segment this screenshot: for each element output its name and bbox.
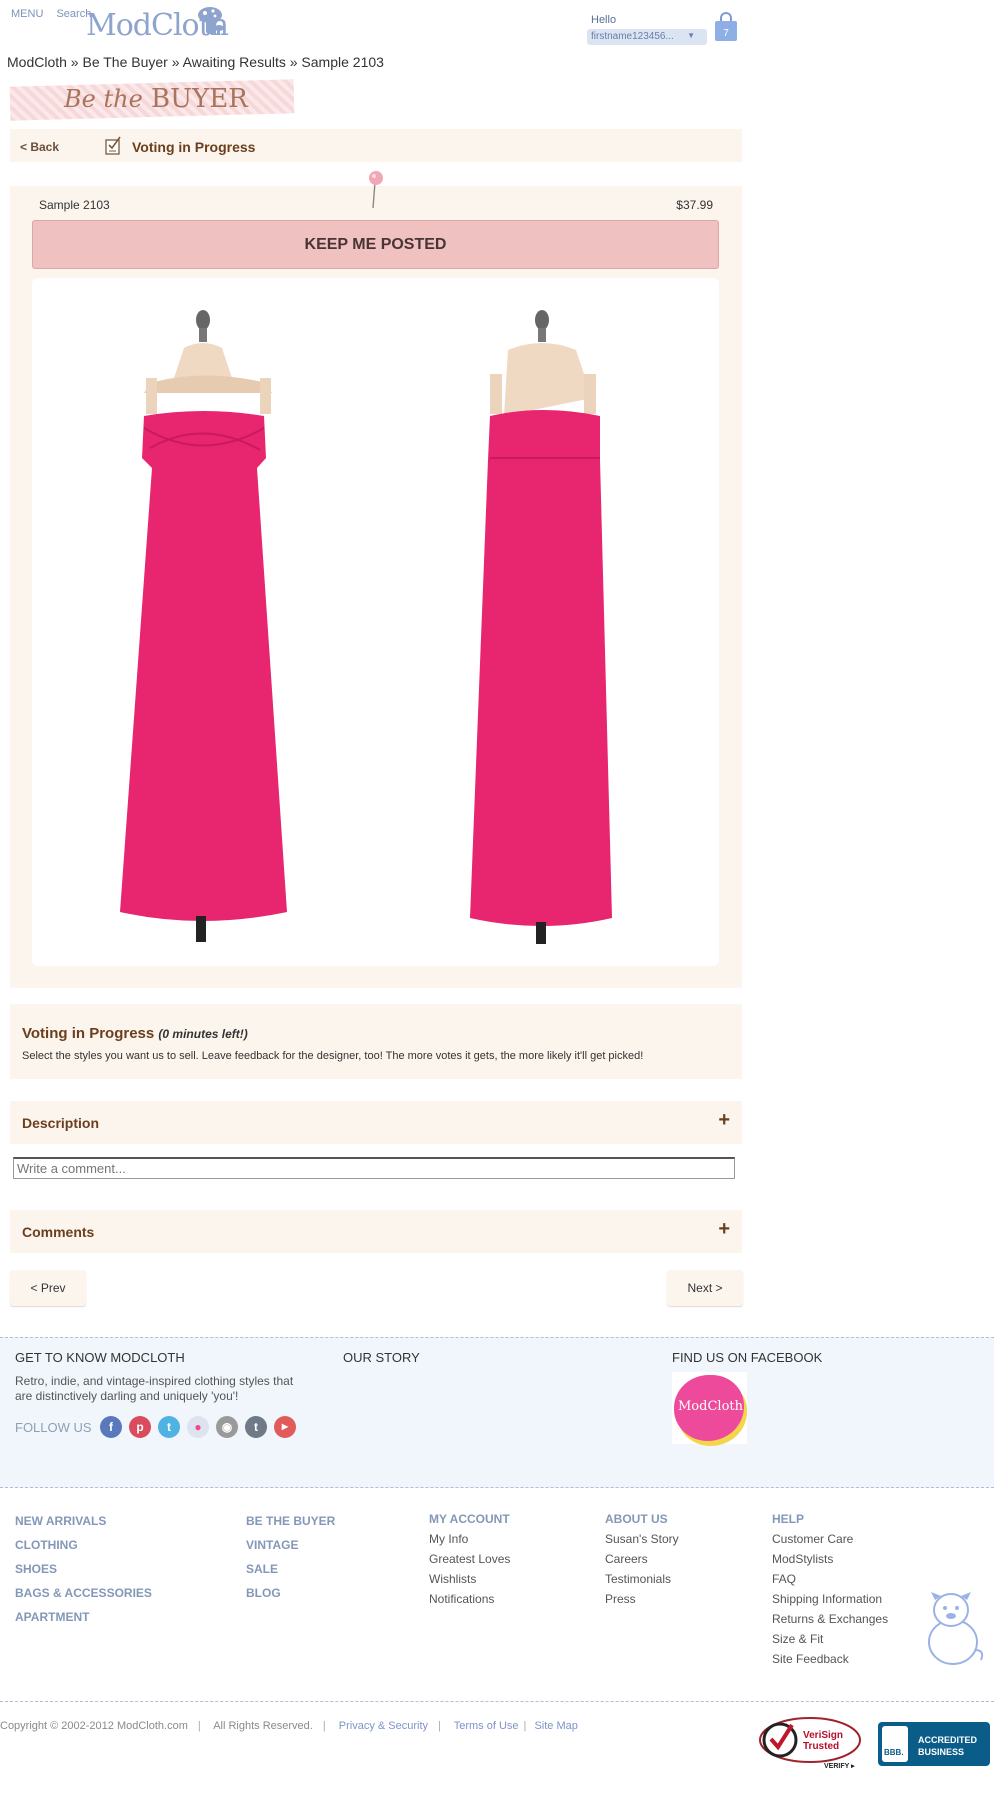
copyright-bar: Copyright © 2002-2012 ModCloth.com | All … [0,1720,578,1732]
username-value: firstname123456... [591,31,674,42]
flickr-icon[interactable]: ● [187,1416,209,1438]
verisign-line2: Trusted [803,1741,839,1752]
description-accordion[interactable]: Description + [10,1101,742,1144]
footer-link-press[interactable]: Press [605,1592,636,1606]
footer-link-careers[interactable]: Careers [605,1552,648,1566]
footer-link-susans-story[interactable]: Susan's Story [605,1532,679,1546]
push-pin-icon [369,171,383,209]
sample-price: $37.99 [676,198,713,212]
breadcrumb[interactable]: ModCloth » Be The Buyer » Awaiting Resul… [7,54,384,70]
comments-accordion[interactable]: Comments + [10,1210,742,1253]
facebook-modcloth-logo[interactable]: ModCloth [672,1372,747,1444]
voting-status-title: Voting in Progress [132,139,256,155]
facebook-logo-text: ModCloth [678,1399,743,1414]
back-link[interactable]: < Back [20,140,59,154]
twitter-icon[interactable]: t [158,1416,180,1438]
voting-info-title: Voting in Progress (0 minutes left!) [22,1025,248,1042]
sample-panel: Sample 2103 $37.99 KEEP ME POSTED [10,186,742,988]
our-story-heading[interactable]: OUR STORY [343,1350,420,1365]
footer-link-blog[interactable]: BLOG [246,1586,281,1600]
dress-back-image[interactable] [470,310,612,944]
footer-link-shoes[interactable]: SHOES [15,1562,57,1576]
user-account-dropdown[interactable]: firstname123456... ▼ [587,29,707,45]
next-button[interactable]: Next > [667,1270,743,1306]
voting-title: Voting in Progress [22,1025,155,1042]
footer-link-sale[interactable]: SALE [246,1562,278,1576]
plus-icon: + [718,1218,730,1240]
footer-link-modstylists[interactable]: ModStylists [772,1552,833,1566]
banner-pre: Be the [64,85,143,113]
youtube-icon[interactable]: ▶ [274,1416,296,1438]
footer-link-shipping[interactable]: Shipping Information [772,1592,882,1606]
footer-link-greatest-loves[interactable]: Greatest Loves [429,1552,510,1566]
footer-link-returns[interactable]: Returns & Exchanges [772,1612,888,1626]
footer-link-clothing[interactable]: CLOTHING [15,1538,78,1552]
dress-images [120,310,612,944]
keep-me-posted-button[interactable]: KEEP ME POSTED [32,220,719,269]
sitemap-link[interactable]: Site Map [534,1720,577,1732]
shopping-bag-icon[interactable]: 7 [714,12,738,42]
facebook-heading: FIND US ON FACEBOOK [672,1350,823,1365]
banner-main: BUYER [151,84,248,114]
terms-link[interactable]: Terms of Use [454,1720,519,1732]
voting-checklist-icon [105,136,121,155]
voting-status-bar: < Back Voting in Progress [10,129,742,162]
mushroom-logo-icon [198,7,224,35]
facebook-icon[interactable]: f [100,1416,122,1438]
footer-link-site-feedback[interactable]: Site Feedback [772,1652,849,1666]
chevron-down-icon: ▼ [687,31,695,40]
about-us-heading[interactable]: ABOUT US [605,1512,668,1526]
footer-link-testimonials[interactable]: Testimonials [605,1572,671,1586]
comment-input[interactable] [13,1157,735,1179]
sample-name: Sample 2103 [39,198,110,212]
footer-link-my-info[interactable]: My Info [429,1532,468,1546]
voting-info-box: Voting in Progress (0 minutes left!) Sel… [10,1004,742,1079]
footer-link-be-the-buyer[interactable]: BE THE BUYER [246,1514,335,1528]
time-left: (0 minutes left!) [158,1027,248,1041]
comments-label: Comments [22,1224,95,1240]
plus-icon: + [718,1109,730,1131]
copyright-text: Copyright © 2002-2012 ModCloth.com [0,1720,188,1732]
prev-button[interactable]: < Prev [10,1270,86,1306]
instagram-icon[interactable]: ◉ [216,1416,238,1438]
dress-front-image[interactable] [120,310,287,942]
help-heading[interactable]: HELP [772,1512,804,1526]
product-image-area [32,278,719,966]
privacy-link[interactable]: Privacy & Security [339,1720,428,1732]
description-label: Description [22,1115,100,1131]
rights-text: All Rights Reserved. [213,1720,313,1732]
footer-link-new-arrivals[interactable]: NEW ARRIVALS [15,1514,106,1528]
bbb-logo: BBB. [882,1726,908,1762]
bag-count: 7 [723,28,729,39]
get-to-know-heading: GET TO KNOW MODCLOTH [15,1350,185,1365]
footer-link-vintage[interactable]: VINTAGE [246,1538,298,1552]
footer-link-faq[interactable]: FAQ [772,1572,796,1586]
footer-link-apartment[interactable]: APARTMENT [15,1610,89,1624]
pug-mascot-icon [928,1592,984,1665]
bbb-line2: BUSINESS [918,1747,965,1757]
bbb-logo-text: BBB. [884,1748,904,1757]
be-the-buyer-title: Be the BUYER [64,84,248,114]
footer-divider [0,1701,994,1702]
bbb-accredited-badge[interactable]: BBB. ACCREDITED BUSINESS [878,1722,990,1766]
verisign-badge[interactable]: VeriSign Trusted VERIFY ▸ [758,1714,866,1770]
bbb-line1: ACCREDITED [918,1735,978,1745]
my-account-heading[interactable]: MY ACCOUNT [429,1512,510,1526]
tumblr-icon[interactable]: t [245,1416,267,1438]
footer-info: GET TO KNOW MODCLOTH Retro, indie, and v… [0,1337,994,1488]
pinterest-icon[interactable]: p [129,1416,151,1438]
footer-link-wishlists[interactable]: Wishlists [429,1572,476,1586]
voting-description: Select the styles you want us to sell. L… [22,1050,644,1062]
verisign-line1: VeriSign [803,1730,843,1741]
menu-link[interactable]: MENU [11,8,43,20]
footer-tagline: Retro, indie, and vintage-inspired cloth… [15,1374,294,1403]
footer-link-customer-care[interactable]: Customer Care [772,1532,853,1546]
verisign-verify: VERIFY ▸ [824,1763,855,1770]
footer-link-bags[interactable]: BAGS & ACCESSORIES [15,1586,152,1600]
footer-link-notifications[interactable]: Notifications [429,1592,494,1606]
footer-link-size-fit[interactable]: Size & Fit [772,1632,823,1646]
hello-label: Hello [591,14,617,26]
follow-us-label: FOLLOW US [15,1420,92,1435]
